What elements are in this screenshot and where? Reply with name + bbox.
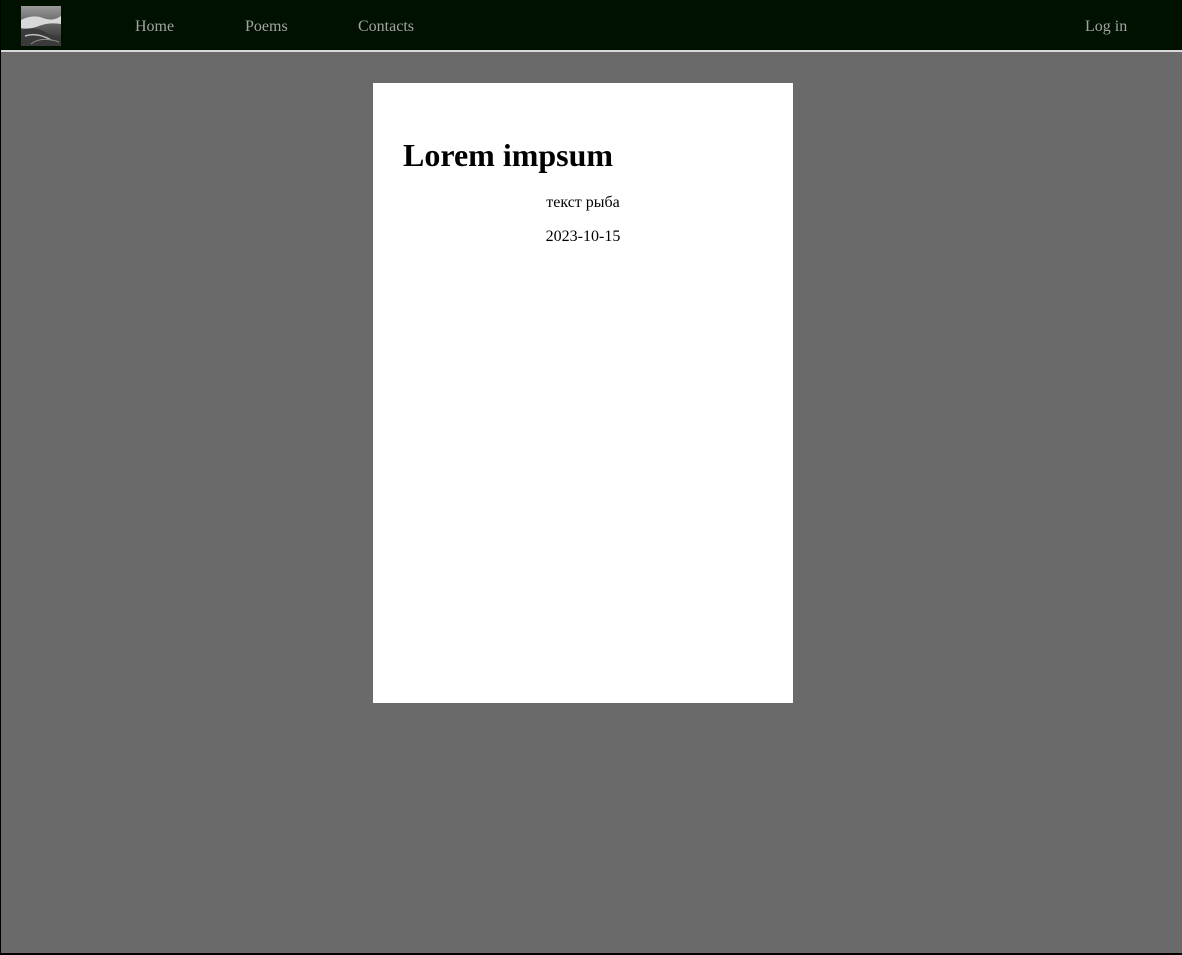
poem-title: Lorem impsum <box>403 137 614 173</box>
nav-home-link[interactable]: Home <box>135 17 174 37</box>
nav-contacts-link[interactable]: Contacts <box>358 17 414 37</box>
top-navbar: Home Poems Contacts Log in <box>1 0 1182 52</box>
landscape-thumbnail-icon <box>21 6 61 46</box>
poem-text: текст рыба <box>546 194 620 211</box>
poem-card: Lorem impsum текст рыба 2023-10-15 <box>373 83 793 703</box>
logo-icon[interactable] <box>21 6 61 46</box>
poem-date: 2023-10-15 <box>545 228 621 245</box>
nav-poems-link[interactable]: Poems <box>245 17 288 37</box>
login-link[interactable]: Log in <box>1085 17 1127 37</box>
page-background: Home Poems Contacts Log in Lorem impsum … <box>1 0 1182 953</box>
